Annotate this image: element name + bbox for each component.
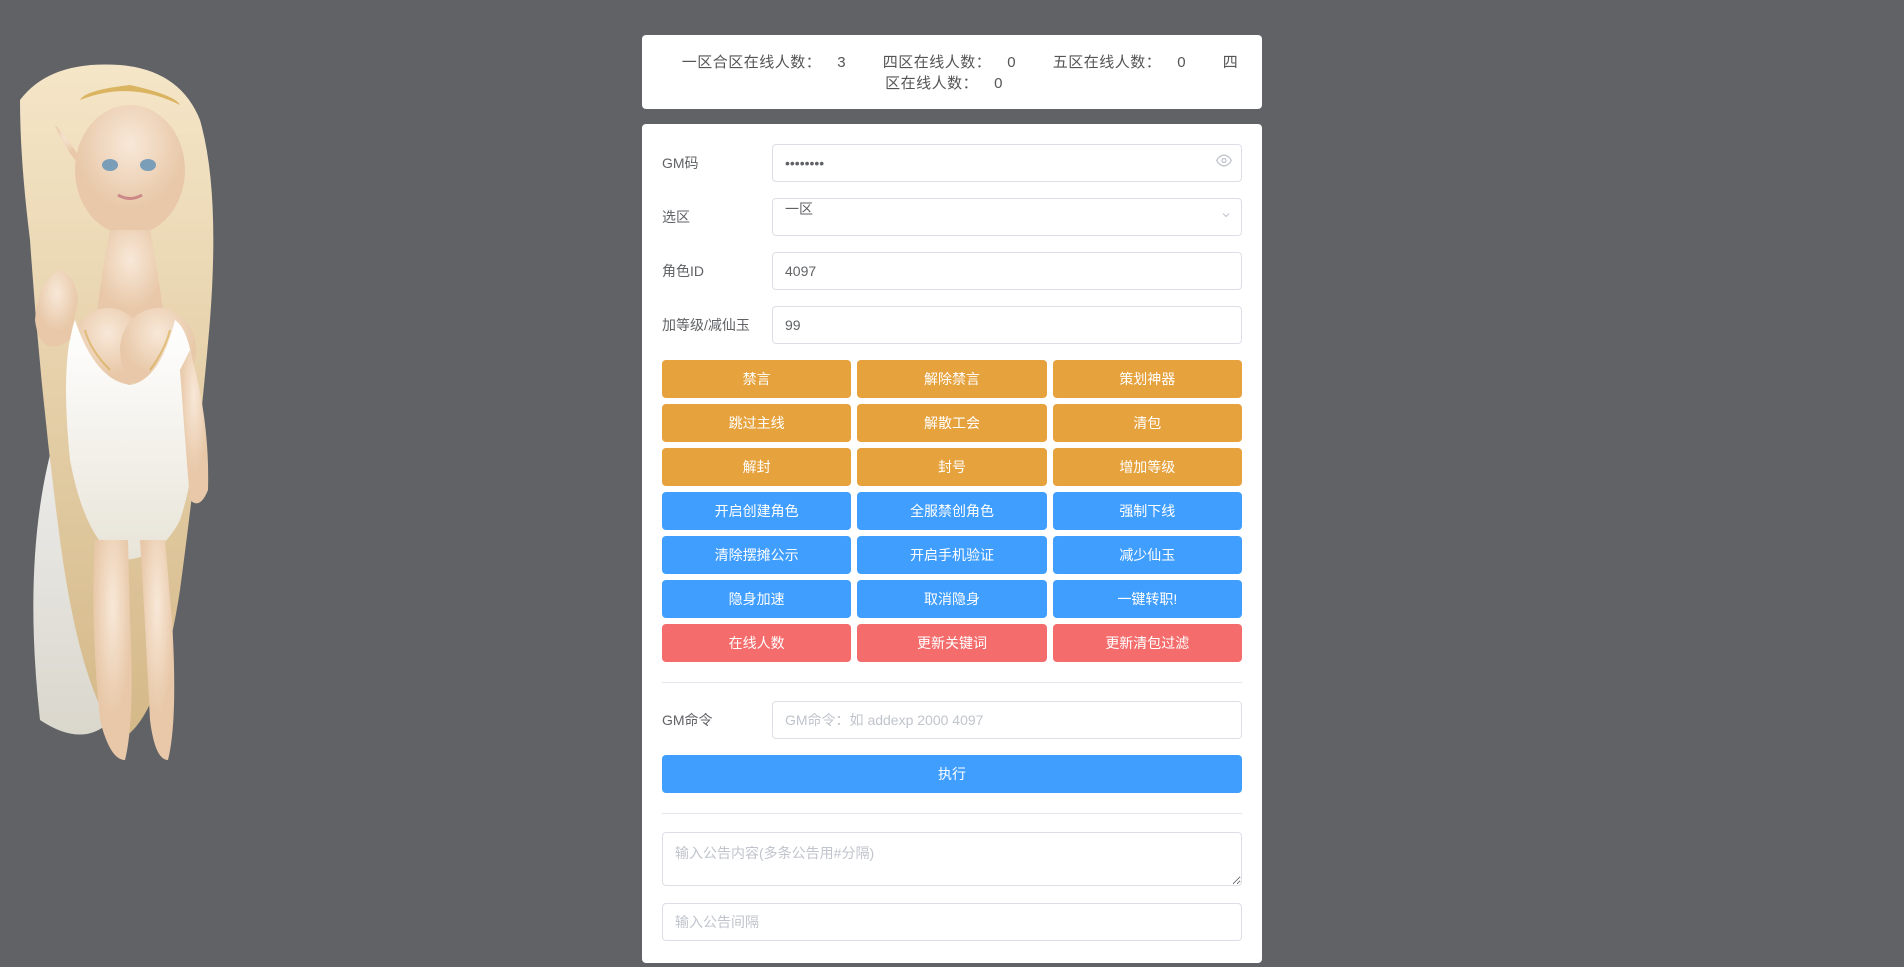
announcement-interval-input[interactable] — [662, 903, 1242, 941]
gm-code-label: GM码 — [662, 153, 772, 173]
character-illustration — [0, 40, 320, 780]
force-offline-button[interactable]: 强制下线 — [1053, 492, 1242, 530]
zone-label: 选区 — [662, 207, 772, 227]
gm-code-input[interactable] — [772, 144, 1242, 182]
enable-phone-verify-button[interactable]: 开启手机验证 — [857, 536, 1046, 574]
main-panel: GM码 选区 一区 角色ID 加等级/减仙玉 — [642, 124, 1262, 963]
gm-command-input[interactable] — [772, 701, 1242, 739]
eye-icon[interactable] — [1216, 153, 1232, 174]
zone5-status: 五区在线人数：0 — [1045, 54, 1194, 71]
execute-button[interactable]: 执行 — [662, 755, 1242, 793]
status-bar: 一区合区在线人数：3 四区在线人数：0 五区在线人数：0 四区在线人数：0 — [642, 35, 1262, 109]
disband-guild-button[interactable]: 解散工会 — [857, 404, 1046, 442]
zone1-status: 一区合区在线人数：3 — [674, 54, 854, 71]
update-clearbag-filter-button[interactable]: 更新清包过滤 — [1053, 624, 1242, 662]
skip-main-button[interactable]: 跳过主线 — [662, 404, 851, 442]
divider — [662, 682, 1242, 683]
planner-artifact-button[interactable]: 策划神器 — [1053, 360, 1242, 398]
role-id-input[interactable] — [772, 252, 1242, 290]
role-id-label: 角色ID — [662, 261, 772, 281]
announcement-content-input[interactable] — [662, 832, 1242, 886]
update-keywords-button[interactable]: 更新关键词 — [857, 624, 1046, 662]
disable-create-role-button[interactable]: 全服禁创角色 — [857, 492, 1046, 530]
reduce-jade-button[interactable]: 减少仙玉 — [1053, 536, 1242, 574]
level-label: 加等级/减仙玉 — [662, 315, 772, 335]
level-input[interactable] — [772, 306, 1242, 344]
add-level-button[interactable]: 增加等级 — [1053, 448, 1242, 486]
unban-button[interactable]: 解封 — [662, 448, 851, 486]
clear-bag-button[interactable]: 清包 — [1053, 404, 1242, 442]
change-class-button[interactable]: 一键转职! — [1053, 580, 1242, 618]
ban-button[interactable]: 封号 — [857, 448, 1046, 486]
gm-command-label: GM命令 — [662, 710, 772, 730]
clear-stall-button[interactable]: 清除摆摊公示 — [662, 536, 851, 574]
stealth-speed-button[interactable]: 隐身加速 — [662, 580, 851, 618]
divider — [662, 813, 1242, 814]
cancel-stealth-button[interactable]: 取消隐身 — [857, 580, 1046, 618]
mute-button[interactable]: 禁言 — [662, 360, 851, 398]
zone4a-status: 四区在线人数：0 — [875, 54, 1024, 71]
enable-create-role-button[interactable]: 开启创建角色 — [662, 492, 851, 530]
zone-select[interactable]: 一区 — [772, 198, 1242, 236]
unmute-button[interactable]: 解除禁言 — [857, 360, 1046, 398]
online-count-button[interactable]: 在线人数 — [662, 624, 851, 662]
